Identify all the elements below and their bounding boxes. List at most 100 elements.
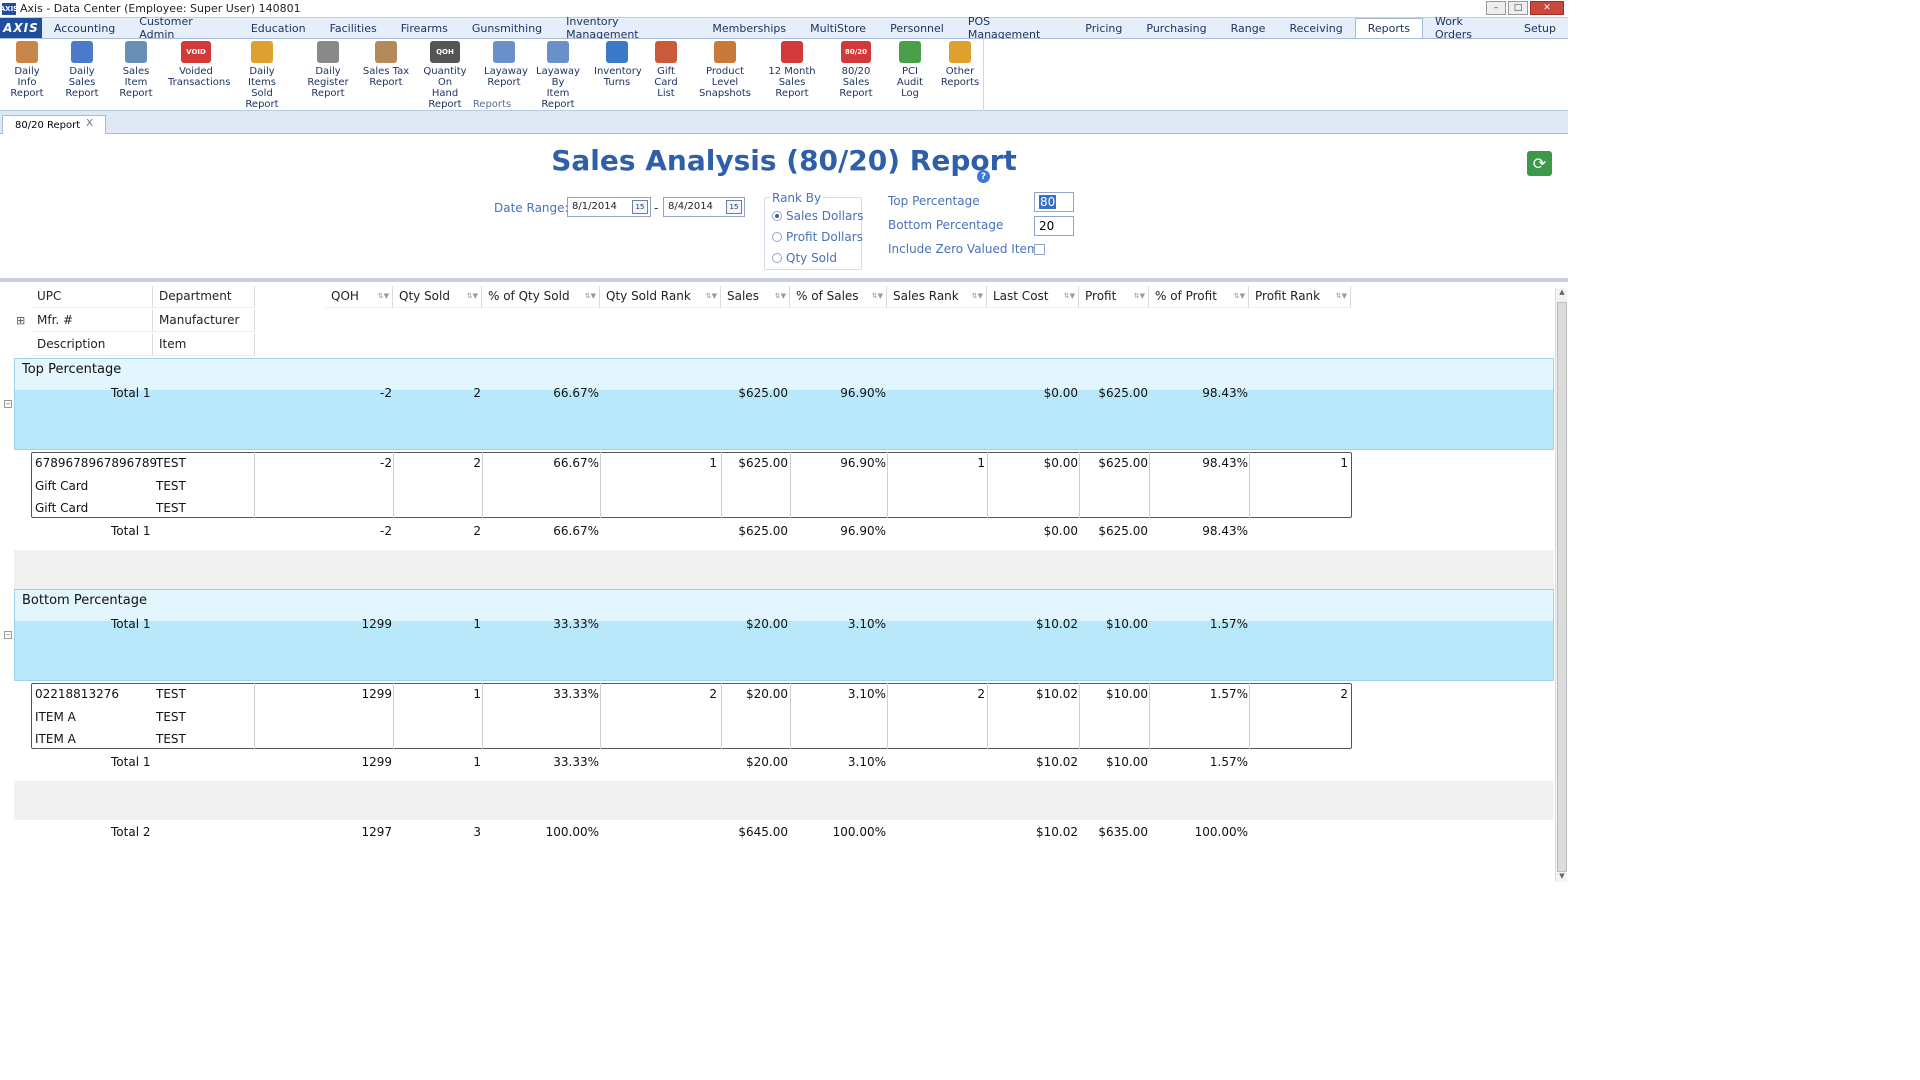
ribbon-button-15[interactable]: PCI Audit Log — [888, 41, 932, 99]
layaway-icon — [493, 41, 515, 63]
sort-filter-icon[interactable]: ⇅▼ — [706, 292, 717, 300]
menu-item-range[interactable]: Range — [1219, 18, 1278, 38]
left-column-header[interactable]: Item — [153, 334, 255, 356]
scroll-up-icon[interactable]: ▲ — [1557, 288, 1567, 298]
menu-item-personnel[interactable]: Personnel — [878, 18, 956, 38]
minimize-button[interactable]: – — [1486, 1, 1506, 15]
menu-item-memberships[interactable]: Memberships — [700, 18, 798, 38]
column-header-last-cost[interactable]: Last Cost ⇅▼ — [987, 286, 1079, 308]
help-icon[interactable]: ? — [977, 170, 990, 183]
column-header-profit-rank[interactable]: Profit Rank ⇅▼ — [1249, 286, 1351, 308]
ribbon-button-16[interactable]: Other Reports — [938, 41, 982, 88]
sort-filter-icon[interactable]: ⇅▼ — [467, 292, 478, 300]
left-column-header[interactable]: Manufacturer — [153, 310, 255, 332]
record-left-value: Gift Card — [35, 478, 89, 493]
maximize-button[interactable]: □ — [1508, 1, 1528, 15]
sort-filter-icon[interactable]: ⇅▼ — [775, 292, 786, 300]
menu-item-setup[interactable]: Setup — [1512, 18, 1568, 38]
menu-item-multistore[interactable]: MultiStore — [798, 18, 878, 38]
left-column-header[interactable]: UPC — [31, 286, 153, 308]
sort-filter-icon[interactable]: ⇅▼ — [872, 292, 883, 300]
sort-filter-icon[interactable]: ⇅▼ — [1234, 292, 1245, 300]
column-header--of-profit[interactable]: % of Profit ⇅▼ — [1149, 286, 1249, 308]
ribbon-button-1[interactable]: Daily Sales Report — [56, 41, 108, 99]
column-header-sales[interactable]: Sales ⇅▼ — [721, 286, 790, 308]
ribbon-button-14[interactable]: 80/20 80/20 Sales Report — [830, 41, 882, 99]
date-from-field[interactable]: 8/1/2014 15 — [567, 197, 651, 217]
menu-item-firearms[interactable]: Firearms — [389, 18, 460, 38]
ribbon-button-6[interactable]: Sales Tax Report — [362, 41, 410, 88]
ribbon-button-12[interactable]: Product Level Snapshots — [694, 41, 756, 99]
column-chooser-icon[interactable]: ⊞ — [16, 314, 25, 327]
rank-qty-sold-radio[interactable]: Qty Sold — [772, 251, 837, 265]
menu-item-pos-management[interactable]: POS Management — [956, 15, 1073, 41]
bottom-percentage-input[interactable]: 20 — [1034, 216, 1074, 236]
rank-profit-dollars-radio[interactable]: Profit Dollars — [772, 230, 863, 244]
sort-filter-icon[interactable]: ⇅▼ — [972, 292, 983, 300]
collapse-toggle-icon[interactable]: − — [4, 400, 12, 408]
left-column-header[interactable]: Mfr. # — [31, 310, 153, 332]
sort-filter-icon[interactable]: ⇅▼ — [1064, 292, 1075, 300]
ribbon-button-0[interactable]: Daily Info Report — [4, 41, 50, 99]
top-percentage-value: 80 — [1039, 195, 1057, 209]
column-header-profit[interactable]: Profit ⇅▼ — [1079, 286, 1149, 308]
ribbon-button-11[interactable]: Gift Card List — [646, 41, 686, 99]
top-percentage-input[interactable]: 80 — [1034, 192, 1074, 212]
ribbon-button-2[interactable]: Sales Item Report — [112, 41, 160, 99]
menu-item-work-orders[interactable]: Work Orders — [1423, 15, 1512, 41]
sort-filter-icon[interactable]: ⇅▼ — [585, 292, 596, 300]
ribbon-button-3[interactable]: VOID Voided Transactions — [168, 41, 230, 88]
left-column-header[interactable]: Department — [153, 286, 255, 308]
ribbon-button-8[interactable]: Layaway Report — [484, 41, 528, 88]
menu-item-education[interactable]: Education — [239, 18, 318, 38]
column-header--of-sales[interactable]: % of Sales ⇅▼ — [790, 286, 887, 308]
ribbon-button-5[interactable]: Daily Register Report — [298, 41, 358, 99]
include-zero-checkbox[interactable] — [1034, 244, 1045, 255]
scroll-thumb[interactable] — [1557, 302, 1567, 872]
column-header-label: Last Cost — [993, 289, 1049, 303]
column-header-sales-rank[interactable]: Sales Rank ⇅▼ — [887, 286, 987, 308]
menu-item-accounting[interactable]: Accounting — [42, 18, 127, 38]
scroll-down-icon[interactable]: ▼ — [1557, 872, 1567, 882]
ribbon-group-label: Reports — [472, 99, 512, 110]
menu-item-facilities[interactable]: Facilities — [318, 18, 389, 38]
ribbon-button-4[interactable]: Daily Items Sold Report — [234, 41, 290, 110]
menu-item-gunsmithing[interactable]: Gunsmithing — [460, 18, 554, 38]
ribbon-label: Voided — [179, 66, 213, 77]
radio-dot — [772, 232, 782, 242]
column-header-qty-sold[interactable]: Qty Sold ⇅▼ — [393, 286, 482, 308]
sort-filter-icon[interactable]: ⇅▼ — [378, 292, 389, 300]
column-header-label: Profit Rank — [1255, 289, 1321, 303]
tab-80-20-report[interactable]: 80/20 Report X — [2, 115, 106, 134]
record-value: $625.00 — [738, 456, 788, 470]
ribbon-button-13[interactable]: 12 Month Sales Report — [764, 41, 820, 99]
left-column-header[interactable]: Description — [31, 334, 153, 356]
tab-close-icon[interactable]: X — [86, 118, 93, 129]
rank-sales-dollars-radio[interactable]: Sales Dollars — [772, 209, 864, 223]
column-header-qoh[interactable]: QOH ⇅▼ — [325, 286, 393, 308]
ribbon-button-9[interactable]: Layaway By Item Report — [532, 41, 584, 110]
ribbon-label: Daily Info — [14, 66, 40, 88]
ribbon-button-7[interactable]: QOH Quantity On Hand Report — [416, 41, 474, 110]
group-name: Bottom Percentage — [22, 593, 147, 608]
sort-filter-icon[interactable]: ⇅▼ — [1134, 292, 1145, 300]
sort-filter-icon[interactable]: ⇅▼ — [1336, 292, 1347, 300]
calendar-to-icon[interactable]: 15 — [726, 200, 742, 214]
menu-item-receiving[interactable]: Receiving — [1277, 18, 1354, 38]
ribbon-button-10[interactable]: Inventory Turns — [594, 41, 642, 88]
document-tabstrip: 80/20 Report X — [0, 111, 1568, 134]
calendar-from-icon[interactable]: 15 — [632, 200, 648, 214]
vertical-scrollbar[interactable]: ▲ ▼ — [1555, 288, 1567, 882]
menu-item-inventory-management[interactable]: Inventory Management — [554, 15, 700, 41]
axis-logo: AXIS — [0, 18, 42, 38]
menu-item-purchasing[interactable]: Purchasing — [1134, 18, 1218, 38]
refresh-button[interactable]: ⟳ — [1527, 151, 1552, 176]
column-header-qty-sold-rank[interactable]: Qty Sold Rank ⇅▼ — [600, 286, 721, 308]
date-to-field[interactable]: 8/4/2014 15 — [663, 197, 745, 217]
column-header--of-qty-sold[interactable]: % of Qty Sold ⇅▼ — [482, 286, 600, 308]
menu-item-customer-admin[interactable]: Customer Admin — [127, 15, 239, 41]
collapse-toggle-icon[interactable]: − — [4, 631, 12, 639]
menu-item-reports[interactable]: Reports — [1354, 18, 1423, 38]
close-button[interactable]: ✕ — [1530, 1, 1564, 15]
menu-item-pricing[interactable]: Pricing — [1073, 18, 1134, 38]
